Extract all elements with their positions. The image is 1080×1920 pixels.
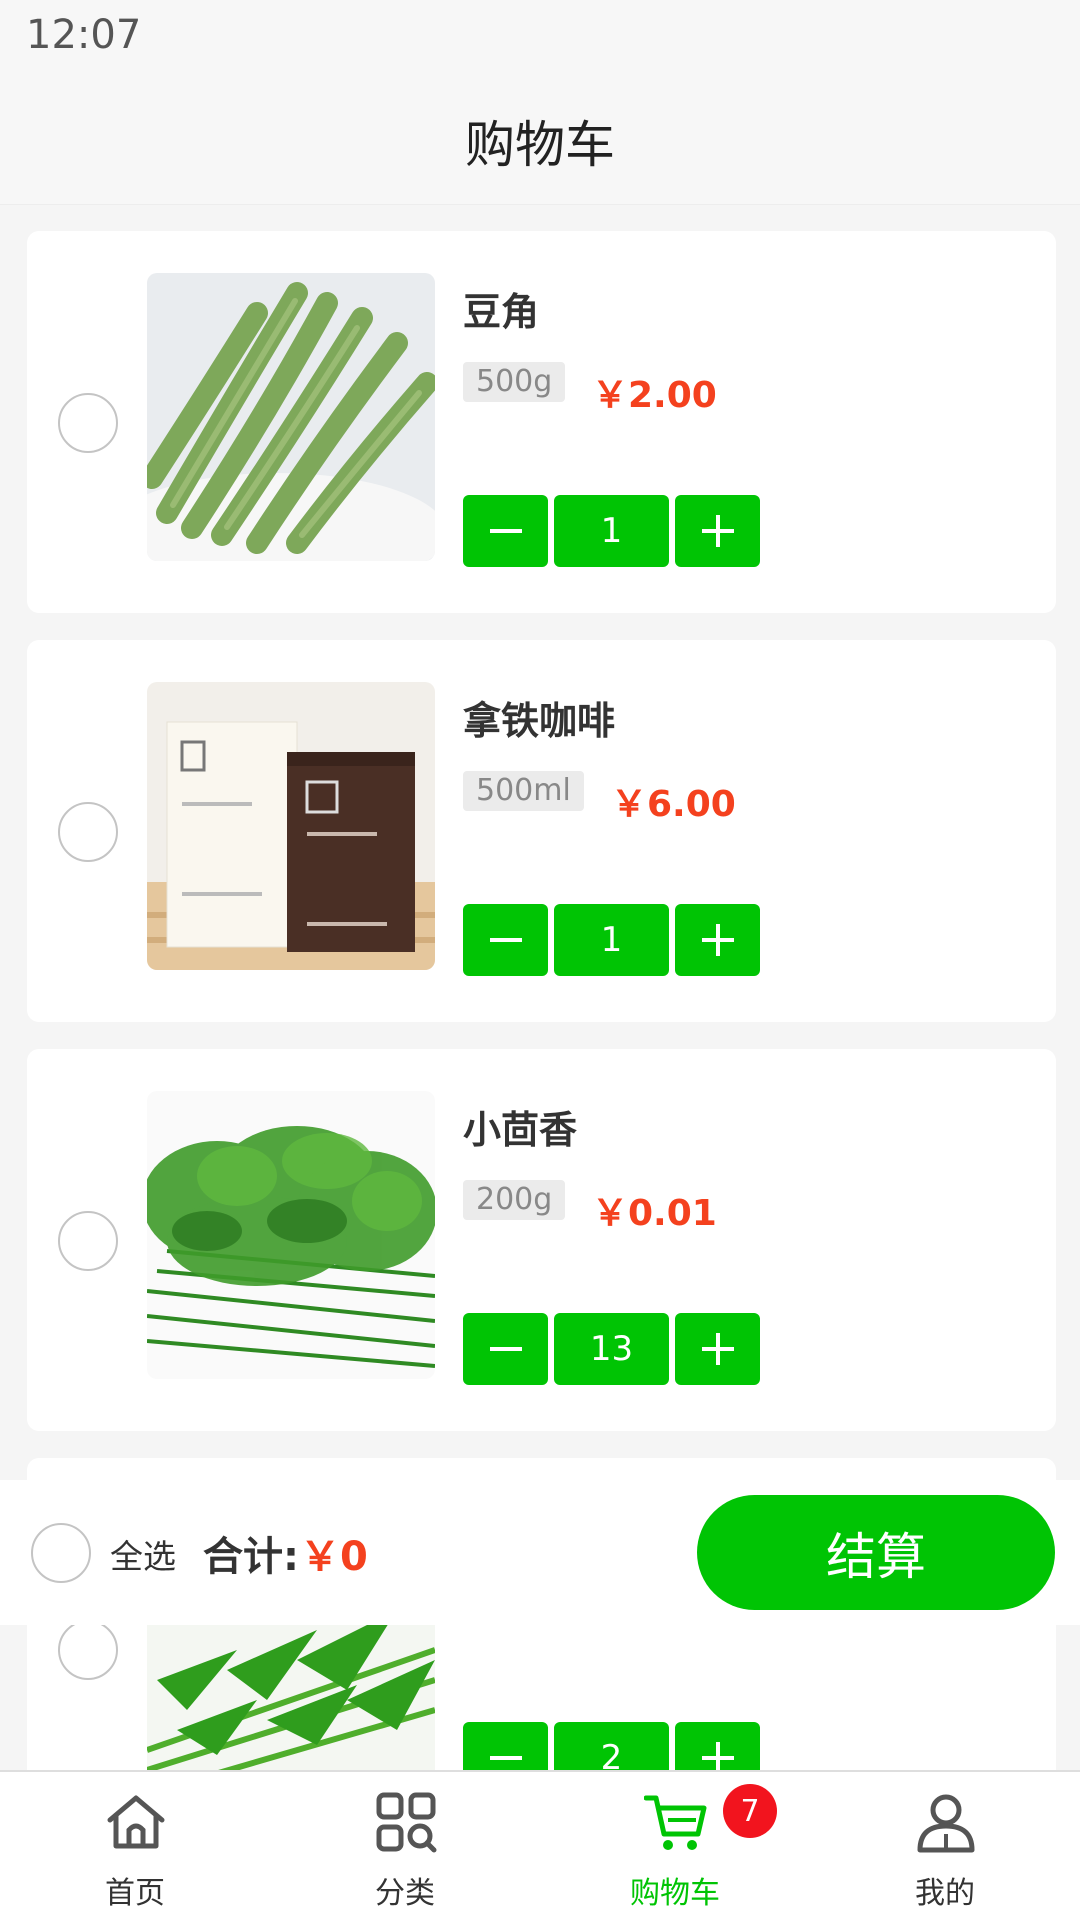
checkout-button[interactable]: 结算 xyxy=(697,1495,1055,1610)
increase-button[interactable] xyxy=(675,495,760,567)
product-name: 拿铁咖啡 xyxy=(463,699,616,743)
quantity-stepper: 1 xyxy=(463,904,760,976)
minus-icon xyxy=(489,529,522,533)
tab-mine[interactable]: 我的 xyxy=(810,1772,1080,1920)
checkout-bar: 全选 合计: ￥0 结算 xyxy=(0,1480,1080,1625)
product-spec-badge: 500ml xyxy=(463,771,584,811)
increase-button[interactable] xyxy=(675,904,760,976)
quantity-stepper: 13 xyxy=(463,1313,760,1385)
quantity-stepper: 2 xyxy=(463,1722,760,1770)
category-icon xyxy=(376,1792,437,1853)
plus-icon xyxy=(701,515,734,547)
home-icon xyxy=(107,1795,165,1849)
decrease-button[interactable] xyxy=(463,904,548,976)
total-label: 合计: xyxy=(203,1534,299,1580)
item-select-radio[interactable] xyxy=(58,802,118,862)
item-select-radio[interactable] xyxy=(58,1620,118,1680)
minus-icon xyxy=(489,938,522,942)
plus-icon xyxy=(701,924,734,956)
product-image-green-beans[interactable] xyxy=(147,273,435,561)
status-bar: 12:07 xyxy=(0,0,1080,75)
nav-bar: 购物车 xyxy=(0,75,1080,205)
product-spec-badge: 200g xyxy=(463,1180,566,1220)
cart-item: 拿铁咖啡 500ml ￥6.00 1 xyxy=(27,640,1056,1022)
tab-label: 分类 xyxy=(375,1876,435,1911)
product-price: ￥6.00 xyxy=(611,784,736,825)
product-image-fennel[interactable] xyxy=(147,1091,435,1379)
tab-home[interactable]: 首页 xyxy=(0,1772,270,1920)
tab-category[interactable]: 分类 xyxy=(270,1772,540,1920)
plus-icon xyxy=(701,1333,734,1365)
quantity-value[interactable]: 1 xyxy=(554,495,669,567)
select-all-label[interactable]: 全选 xyxy=(110,1530,176,1578)
quantity-value[interactable]: 2 xyxy=(554,1722,669,1770)
quantity-value[interactable]: 1 xyxy=(554,904,669,976)
cart-icon xyxy=(644,1795,707,1850)
quantity-value[interactable]: 13 xyxy=(554,1313,669,1385)
item-select-radio[interactable] xyxy=(58,1211,118,1271)
minus-icon xyxy=(489,1756,522,1760)
cart-item: 豆角 500g ￥2.00 1 xyxy=(27,231,1056,613)
item-select-radio[interactable] xyxy=(58,393,118,453)
increase-button[interactable] xyxy=(675,1313,760,1385)
status-time: 12:07 xyxy=(26,12,142,58)
product-price: ￥0.01 xyxy=(592,1193,717,1234)
tab-label: 购物车 xyxy=(630,1876,720,1911)
tab-label: 我的 xyxy=(915,1876,975,1911)
tab-label: 首页 xyxy=(105,1876,165,1911)
decrease-button[interactable] xyxy=(463,1722,548,1770)
quantity-stepper: 1 xyxy=(463,495,760,567)
user-icon xyxy=(917,1794,975,1853)
total-amount: ￥0 xyxy=(300,1534,368,1580)
product-name: 小茴香 xyxy=(463,1108,578,1152)
product-image-coffee-cartons[interactable] xyxy=(147,682,435,970)
minus-icon xyxy=(489,1347,522,1351)
select-all-radio[interactable] xyxy=(31,1523,91,1583)
tab-cart[interactable]: 7 购物车 xyxy=(540,1772,810,1920)
decrease-button[interactable] xyxy=(463,1313,548,1385)
decrease-button[interactable] xyxy=(463,495,548,567)
product-spec-badge: 500g xyxy=(463,362,566,402)
product-name: 豆角 xyxy=(463,290,540,334)
cart-count-badge: 7 xyxy=(723,1784,777,1838)
increase-button[interactable] xyxy=(675,1722,760,1770)
product-price: ￥2.00 xyxy=(592,375,717,416)
page-title: 购物车 xyxy=(465,116,615,174)
tab-bar: 首页 分类 7 购物车 我的 xyxy=(0,1770,1080,1920)
cart-item: 小茴香 200g ￥0.01 13 xyxy=(27,1049,1056,1431)
plus-icon xyxy=(701,1742,734,1770)
